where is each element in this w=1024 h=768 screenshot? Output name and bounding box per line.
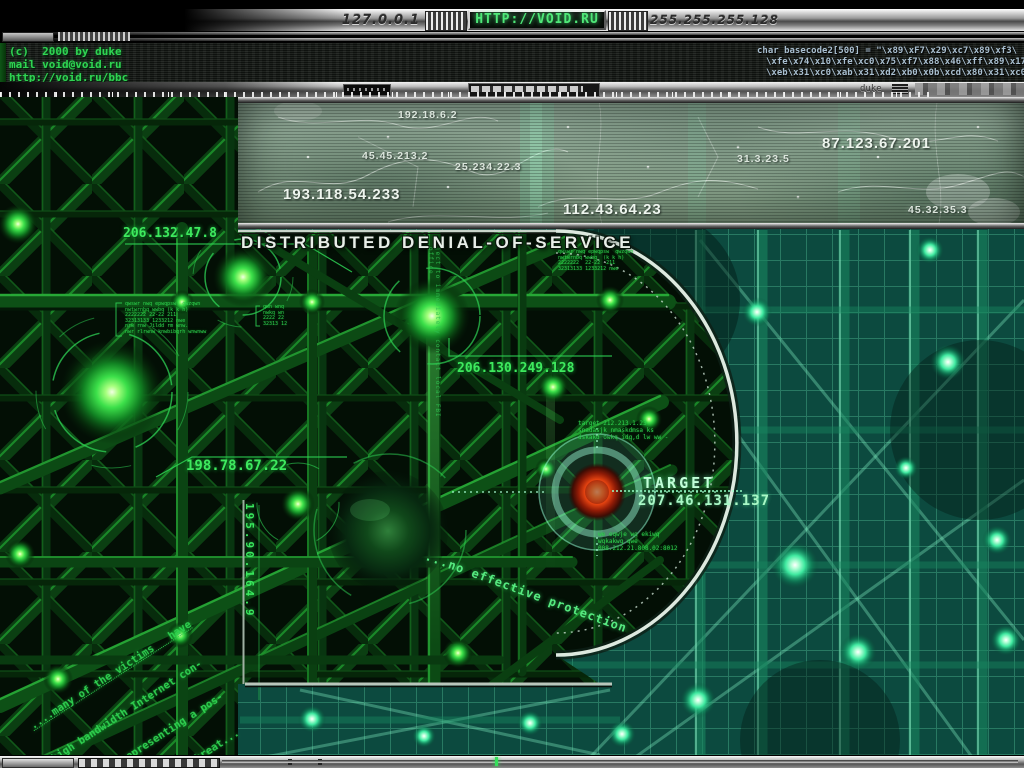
target-info-bottom: we eqwje wq ekiwq wqkakwq qwe 008.212.21… (598, 531, 677, 552)
divider-line (0, 38, 1024, 41)
map-ip: 112.43.64.23 (563, 201, 662, 218)
url-display[interactable]: HTTP://VOID.RU (468, 10, 606, 30)
bottom-groove (222, 760, 1018, 763)
map-bottom-border (238, 223, 1024, 229)
ribbed-ticks (58, 32, 130, 41)
shellcode-line: char basecode2[500] = "\x89\xF7\x29\xc7\… (757, 46, 1024, 57)
shellcode-line: \xfe\x74\x10\xfe\xc0\x75\xf7\x88\x46\xff… (766, 57, 1024, 68)
bottom-green-indicator (495, 757, 498, 766)
ruler-ticks (612, 487, 742, 492)
map-ip: 192.18.6.2 (398, 109, 458, 121)
micro-text-block: qwswr nwq epwqpsw qwzqwn nwtwrnbq wwbq (… (125, 302, 206, 335)
map-ip: 31.3.23.5 (737, 153, 790, 165)
shellcode-line: \xeb\x31\xc0\xab\x31\xd2\xb0\x0b\xcd\x80… (766, 68, 1024, 79)
bottom-widget (2, 758, 74, 768)
map-ip: 45.45.213.2 (362, 150, 428, 162)
dark-core-sphere (328, 471, 448, 591)
ribbed-separator (425, 11, 467, 31)
netmask-readout: 255.255.255.128 (650, 13, 779, 27)
map-top-border (238, 97, 1024, 103)
local-ip-readout: 127.0.0.1 (300, 13, 420, 28)
node-ip-label-vertical: 195.90.164.9 (243, 503, 256, 703)
shellcode-block: char basecode2[500] = "\x89\xF7\x29\xc7\… (757, 46, 1024, 79)
target-ip: 207.46.131.137 (638, 493, 770, 509)
ribbed-separator (608, 11, 648, 31)
target-info-top: target 212.213.1.23 snadasjk nmaskdmsa k… (578, 420, 668, 441)
mail-line[interactable]: mail void@void.ru (9, 58, 122, 71)
divider-line (0, 32, 1024, 35)
copyright-line: (c) 2000 by duke (9, 45, 122, 58)
map-ip: 25.234.22.3 (455, 161, 521, 173)
ddos-wallpaper: 127.0.0.1 HTTP://VOID.RU 255.255.255.128… (0, 0, 1024, 768)
node-ip-label: 198.78.67.22 (186, 458, 287, 474)
bottom-segments (78, 758, 220, 768)
map-ip: 87.123.67.201 (822, 135, 931, 152)
fbi-note-vertical: ject to immediately contact local FBI of… (427, 247, 441, 427)
map-ip: 193.118.54.233 (283, 186, 400, 203)
micro-text-block: qwswr nwq epwqpsw qwzqwn nwtwrnbq wwbq (… (558, 250, 633, 272)
noise-band (915, 83, 1024, 95)
micro-text-block: qwn wnq nwkq wn 2222 22 32313 12 (263, 305, 287, 327)
node-ip-label: 206.130.249.128 (457, 361, 574, 376)
node-ip-label: 206.132.47.8 (123, 226, 217, 241)
map-ip: 45.32.35.3 (908, 204, 968, 216)
window-widget (2, 32, 54, 42)
